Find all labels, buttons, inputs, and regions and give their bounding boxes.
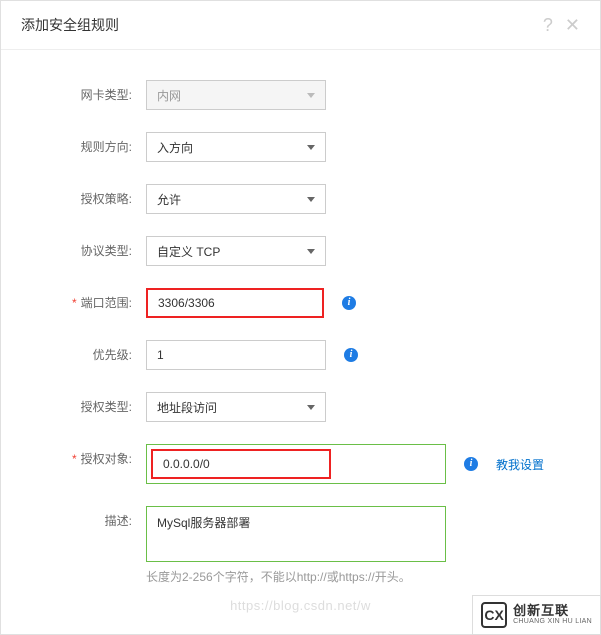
label-description: 描述: xyxy=(21,506,146,529)
select-auth-policy[interactable]: 允许 xyxy=(146,184,326,214)
row-protocol: 协议类型: 自定义 TCP xyxy=(21,236,560,266)
auth-object-wrapper: 0.0.0.0/0 xyxy=(146,444,446,484)
select-nic-type: 内网 xyxy=(146,80,326,110)
select-protocol-value: 自定义 TCP xyxy=(157,243,220,260)
row-auth-policy: 授权策略: 允许 xyxy=(21,184,560,214)
modal-title: 添加安全组规则 xyxy=(21,15,119,35)
help-icon[interactable]: ? xyxy=(543,16,553,34)
label-direction: 规则方向: xyxy=(21,132,146,155)
label-protocol: 协议类型: xyxy=(21,236,146,259)
info-icon[interactable]: i xyxy=(464,457,478,471)
link-teach-me[interactable]: 教我设置 xyxy=(496,456,544,473)
row-port-range: 端口范围: i xyxy=(21,288,560,318)
select-protocol[interactable]: 自定义 TCP xyxy=(146,236,326,266)
label-auth-policy: 授权策略: xyxy=(21,184,146,207)
row-auth-type: 授权类型: 地址段访问 xyxy=(21,392,560,422)
modal-header: 添加安全组规则 ? ✕ xyxy=(1,1,600,50)
textarea-description[interactable] xyxy=(146,506,446,562)
brand-cn: 创新互联 xyxy=(513,604,592,618)
close-icon[interactable]: ✕ xyxy=(565,16,580,34)
brand-text: 创新互联 CHUANG XIN HU LIAN xyxy=(513,604,592,626)
row-description: 描述: 长度为2-256个字符，不能以http://或https://开头。 xyxy=(21,506,560,585)
add-security-rule-modal: 添加安全组规则 ? ✕ 网卡类型: 内网 规则方向: 入方向 xyxy=(0,0,601,635)
input-priority[interactable] xyxy=(146,340,326,370)
label-priority: 优先级: xyxy=(21,340,146,363)
input-port-range[interactable] xyxy=(146,288,324,318)
label-auth-object: 授权对象: xyxy=(21,444,146,467)
info-icon[interactable]: i xyxy=(344,348,358,362)
select-auth-policy-value: 允许 xyxy=(157,191,181,208)
row-nic-type: 网卡类型: 内网 xyxy=(21,80,560,110)
select-nic-type-value: 内网 xyxy=(157,87,181,104)
row-priority: 优先级: i xyxy=(21,340,560,370)
label-port-range: 端口范围: xyxy=(21,288,146,311)
label-nic-type: 网卡类型: xyxy=(21,80,146,103)
select-direction-value: 入方向 xyxy=(157,139,193,156)
chevron-down-icon xyxy=(307,249,315,254)
chevron-down-icon xyxy=(307,93,315,98)
chevron-down-icon xyxy=(307,405,315,410)
select-direction[interactable]: 入方向 xyxy=(146,132,326,162)
input-auth-object-value: 0.0.0.0/0 xyxy=(163,457,210,471)
brand-badge: CX 创新互联 CHUANG XIN HU LIAN xyxy=(472,595,601,635)
select-auth-type[interactable]: 地址段访问 xyxy=(146,392,326,422)
label-auth-type: 授权类型: xyxy=(21,392,146,415)
select-auth-type-value: 地址段访问 xyxy=(157,399,217,416)
row-direction: 规则方向: 入方向 xyxy=(21,132,560,162)
brand-logo: CX xyxy=(481,602,507,628)
row-auth-object: 授权对象: 0.0.0.0/0 i 教我设置 xyxy=(21,444,560,484)
input-auth-object[interactable]: 0.0.0.0/0 xyxy=(151,449,331,479)
chevron-down-icon xyxy=(307,145,315,150)
brand-en: CHUANG XIN HU LIAN xyxy=(513,618,592,626)
security-rule-form: 网卡类型: 内网 规则方向: 入方向 授权策略: 允许 xyxy=(1,50,600,617)
info-icon[interactable]: i xyxy=(342,296,356,310)
description-hint: 长度为2-256个字符，不能以http://或https://开头。 xyxy=(146,568,446,585)
modal-header-actions: ? ✕ xyxy=(543,16,580,34)
chevron-down-icon xyxy=(307,197,315,202)
